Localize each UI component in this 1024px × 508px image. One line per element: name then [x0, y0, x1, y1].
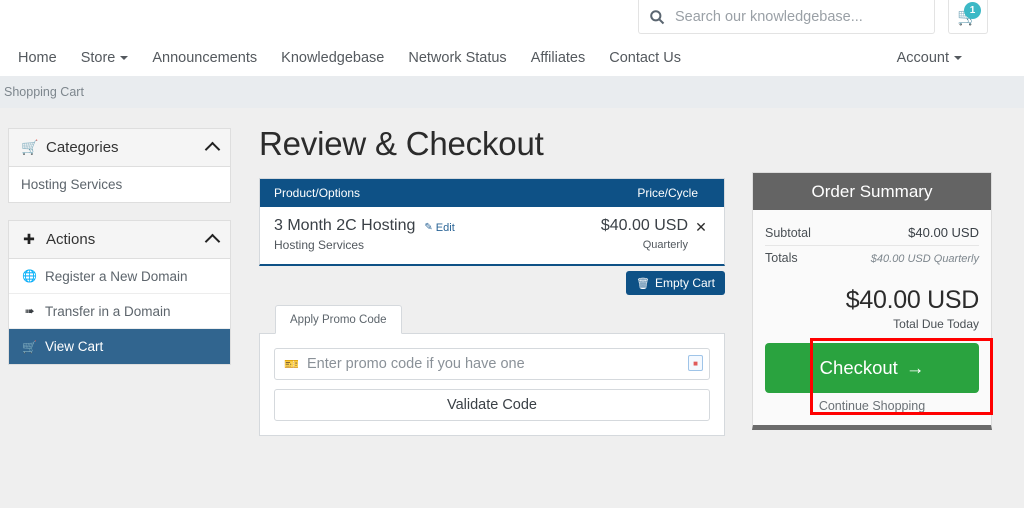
sidebar-item-hosting-services[interactable]: Hosting Services — [9, 167, 230, 202]
empty-cart-row: 🗑 Empty Cart — [259, 271, 725, 295]
sidebar-item-register-domain[interactable]: 🌐 Register a New Domain — [9, 259, 230, 294]
chevron-down-icon — [120, 56, 129, 60]
promo-input-wrap: 🎫 ■ — [274, 348, 710, 380]
search-box[interactable] — [638, 0, 935, 34]
checkout-label: Checkout — [819, 357, 898, 378]
nav-label: Affiliates — [530, 50, 586, 66]
nav-item-affiliates[interactable]: Affiliates — [531, 50, 586, 66]
cart-table: Product/Options Price/Cycle 3 Month 2C H… — [259, 178, 725, 266]
ticket-icon: 🎫 — [284, 357, 299, 371]
grand-total-block: $40.00 USD Total Due Today — [765, 286, 980, 331]
summary-row-subtotal: Subtotal $40.00 USD — [765, 220, 979, 246]
shopping-cart-icon: 🛒 — [22, 339, 37, 354]
shopping-cart-page: 🛒 1 Home Store Announcements Knowledgeba… — [0, 0, 1024, 508]
search-input[interactable] — [675, 8, 924, 25]
sidebar: 🛒 Categories Hosting Services ✚ Actions … — [8, 128, 231, 382]
nav-item-network-status[interactable]: Network Status — [408, 50, 506, 66]
billing-cycle: Quarterly — [642, 239, 688, 251]
promo-code-input[interactable] — [274, 348, 710, 380]
trash-icon: 🗑 — [636, 277, 650, 290]
categories-panel-title: Categories — [46, 139, 119, 156]
main-nav: Home Store Announcements Knowledgebase N… — [0, 40, 1024, 76]
page-title: Review & Checkout — [259, 125, 544, 162]
table-row: 3 Month 2C Hosting ✎ Edit Hosting Servic… — [260, 207, 724, 264]
main-content: Review & Checkout Product/Options Price/… — [259, 125, 725, 436]
categories-panel: 🛒 Categories Hosting Services — [8, 128, 231, 203]
column-header-product: Product/Options — [274, 186, 361, 200]
price-cell: $40.00 USD Quarterly — [568, 217, 688, 251]
nav-label: Home — [18, 50, 57, 66]
nav-label: Network Status — [408, 50, 507, 66]
actions-panel-header[interactable]: ✚ Actions — [9, 221, 230, 259]
summary-row-totals: Totals $40.00 USD Quarterly — [765, 246, 979, 270]
order-summary-panel: Order Summary Subtotal $40.00 USD Totals… — [752, 172, 992, 430]
order-summary-body: Subtotal $40.00 USD Totals $40.00 USD Qu… — [753, 210, 991, 425]
nav-item-knowledgebase[interactable]: Knowledgebase — [281, 50, 384, 66]
product-category: Hosting Services — [274, 238, 365, 252]
continue-shopping-link[interactable]: Continue Shopping — [765, 399, 979, 413]
cart-table-header: Product/Options Price/Cycle — [260, 179, 724, 207]
categories-panel-header[interactable]: 🛒 Categories — [9, 129, 230, 167]
grand-total-label: Total Due Today — [893, 317, 979, 331]
chevron-up-icon — [204, 233, 221, 250]
sidebar-item-label: Transfer in a Domain — [45, 303, 171, 319]
sidebar-item-label: Hosting Services — [21, 177, 123, 192]
nav-item-store[interactable]: Store — [81, 50, 129, 66]
globe-icon: 🌐 — [22, 269, 37, 283]
sidebar-item-label: Register a New Domain — [45, 268, 188, 284]
cart-badge: 1 — [964, 2, 981, 19]
empty-cart-label: Empty Cart — [654, 276, 715, 290]
breadcrumb-current: Shopping Cart — [4, 85, 84, 99]
checkout-button[interactable]: Checkout → — [765, 343, 979, 393]
nav-item-contact-us[interactable]: Contact Us — [609, 50, 681, 66]
plus-icon: ✚ — [23, 231, 35, 247]
nav-item-announcements[interactable]: Announcements — [152, 50, 257, 66]
empty-cart-button[interactable]: 🗑 Empty Cart — [626, 271, 725, 295]
nav-label: Account — [896, 50, 949, 66]
grand-total-amount: $40.00 USD — [845, 286, 980, 314]
chevron-down-icon — [954, 56, 962, 60]
site-header: 🛒 1 Home Store Announcements Knowledgeba… — [0, 0, 1024, 76]
tab-apply-promo-code[interactable]: Apply Promo Code — [275, 305, 402, 334]
nav-label: Store — [80, 50, 116, 66]
summary-label: Subtotal — [765, 226, 811, 240]
promo-panel: 🎫 ■ Validate Code — [259, 333, 725, 436]
breadcrumb: Shopping Cart — [0, 76, 1024, 108]
chevron-up-icon — [204, 141, 221, 158]
product-cell: 3 Month 2C Hosting ✎ Edit Hosting Servic… — [274, 217, 568, 252]
edit-product-link[interactable]: ✎ Edit — [424, 222, 454, 234]
product-name-wrap: 3 Month 2C Hosting ✎ Edit — [274, 217, 455, 235]
order-summary-title: Order Summary — [753, 173, 991, 210]
autofill-icon[interactable]: ■ — [688, 355, 703, 371]
sidebar-item-view-cart[interactable]: 🛒 View Cart — [9, 329, 230, 364]
summary-label: Totals — [765, 251, 798, 265]
nav-item-home[interactable]: Home — [18, 50, 57, 66]
nav-label: Knowledgebase — [281, 50, 385, 66]
actions-panel-title: Actions — [46, 231, 96, 248]
sidebar-item-transfer-domain[interactable]: ➠ Transfer in a Domain — [9, 294, 230, 329]
actions-panel: ✚ Actions 🌐 Register a New Domain ➠ Tran… — [8, 220, 231, 365]
nav-right-group: Account — [897, 40, 962, 76]
nav-label: Announcements — [152, 50, 258, 66]
shopping-cart-icon: 🛒 — [21, 139, 39, 155]
arrow-right-icon: → — [905, 357, 925, 378]
column-header-price: Price/Cycle — [637, 186, 698, 200]
promo-tabs: Apply Promo Code — [259, 304, 725, 334]
product-price: $40.00 USD — [600, 217, 688, 234]
search-icon — [650, 9, 665, 24]
pencil-icon: ✎ — [424, 222, 433, 233]
arrow-curve-icon: ➠ — [24, 304, 35, 318]
nav-item-account[interactable]: Account — [897, 50, 962, 66]
summary-value: $40.00 USD — [908, 225, 979, 240]
close-x-icon[interactable]: ✕ — [688, 217, 714, 236]
validate-code-button[interactable]: Validate Code — [274, 389, 710, 421]
summary-value: $40.00 USD Quarterly — [870, 253, 979, 265]
nav-label: Contact Us — [609, 50, 681, 66]
edit-label: Edit — [435, 221, 455, 234]
product-name: 3 Month 2C Hosting — [274, 217, 416, 234]
sidebar-item-label: View Cart — [45, 339, 104, 354]
